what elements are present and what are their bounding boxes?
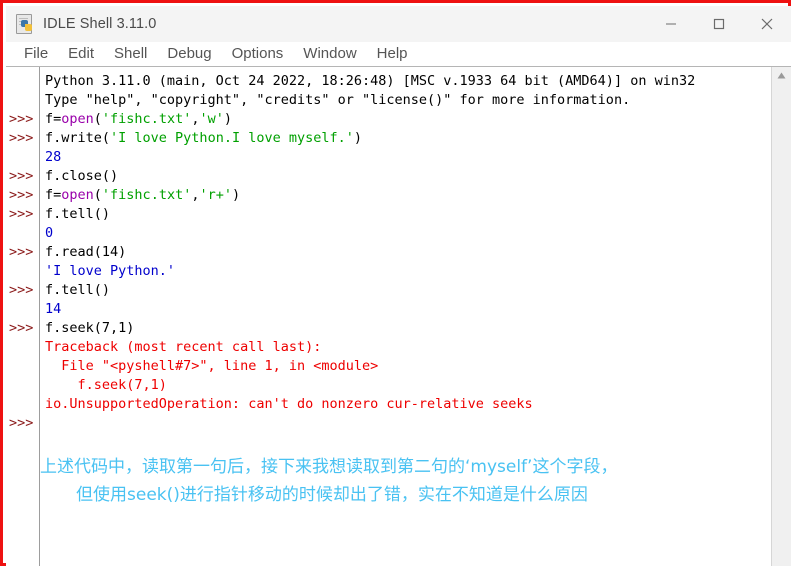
shell-token-plain: ) xyxy=(231,187,241,203)
shell-token-output: 'I love Python.' xyxy=(45,263,176,279)
shell-line: File "<pyshell#7>", line 1, in <module> xyxy=(45,357,378,376)
shell-line: f.write('I love Python.I love myself.') xyxy=(45,129,362,148)
shell-token-plain: f.read(14) xyxy=(45,244,127,260)
annotation-line-2: 但使用seek()进行指针移动的时候却出了错，实在不知道是什么原因 xyxy=(76,485,588,505)
shell-line: io.UnsupportedOperation: can't do nonzer… xyxy=(45,395,533,414)
shell-token-string: 'I love Python.I love myself.' xyxy=(110,130,354,146)
shell-token-error: File "<pyshell#7>", line 1, in <module> xyxy=(45,358,379,374)
shell-line: f.tell() xyxy=(45,281,110,300)
menu-item-window[interactable]: Window xyxy=(293,42,366,66)
shell-line: Type "help", "copyright", "credits" or "… xyxy=(45,91,630,110)
shell-output-canvas[interactable]: Python 3.11.0 (main, Oct 24 2022, 18:26:… xyxy=(40,67,771,566)
python-document-icon xyxy=(15,14,35,34)
prompt-gutter: >>> >>> >>> >>> >>> >>> >>> >>> >>> xyxy=(6,67,40,566)
shell-token-keyword: open xyxy=(61,111,94,127)
shell-line: Python 3.11.0 (main, Oct 24 2022, 18:26:… xyxy=(45,72,695,91)
menu-item-help[interactable]: Help xyxy=(367,42,418,66)
shell-token-error: Traceback (most recent call last): xyxy=(45,339,322,355)
shell-token-string: 'r+' xyxy=(199,187,232,203)
shell-token-string: 'fishc.txt' xyxy=(101,187,192,203)
minimize-button[interactable] xyxy=(647,6,695,42)
menu-item-debug[interactable]: Debug xyxy=(157,42,221,66)
shell-line: 28 xyxy=(45,148,61,167)
close-button[interactable] xyxy=(743,6,791,42)
shell-token-plain: f= xyxy=(45,111,62,127)
vertical-scrollbar[interactable] xyxy=(771,67,791,566)
shell-line: f.close() xyxy=(45,167,118,186)
shell-line: f.tell() xyxy=(45,205,110,224)
shell-token-output: 28 xyxy=(45,149,62,165)
menu-item-edit[interactable]: Edit xyxy=(58,42,104,66)
minimize-icon xyxy=(666,23,676,25)
title-bar: IDLE Shell 3.11.0 xyxy=(6,6,791,42)
shell-token-error: f.seek(7,1) xyxy=(45,377,167,393)
scroll-up-arrow-icon[interactable] xyxy=(772,67,791,84)
shell-prompt: >>> xyxy=(9,244,34,260)
window-title: IDLE Shell 3.11.0 xyxy=(43,16,157,32)
menu-bar: File Edit Shell Debug Options Window Help xyxy=(6,42,791,66)
annotation-line-1: 上述代码中，读取第一句后，接下来我想读取到第二句的‘myself’这个字段， xyxy=(40,457,618,477)
menu-item-file[interactable]: File xyxy=(14,42,58,66)
shell-token-string: 'fishc.txt' xyxy=(101,111,192,127)
maximize-button[interactable] xyxy=(695,6,743,42)
shell-prompt: >>> xyxy=(9,282,34,298)
shell-token-output: 0 xyxy=(45,225,54,241)
maximize-icon xyxy=(713,18,725,30)
shell-token-keyword: open xyxy=(61,187,94,203)
shell-line: Traceback (most recent call last): xyxy=(45,338,321,357)
shell-line: f.seek(7,1) xyxy=(45,319,134,338)
close-icon xyxy=(761,18,773,30)
shell-token-plain: ( xyxy=(93,187,102,203)
menu-item-options[interactable]: Options xyxy=(222,42,294,66)
shell-token-output: 14 xyxy=(45,301,62,317)
shell-token-plain: f.seek(7,1) xyxy=(45,320,135,336)
shell-token-plain: ) xyxy=(223,111,232,127)
shell-line: f=open('fishc.txt','r+') xyxy=(45,186,240,205)
shell-token-plain: Python 3.11.0 (main, Oct 24 2022, 18:26:… xyxy=(45,73,696,89)
shell-token-plain: ( xyxy=(93,111,102,127)
shell-line: f=open('fishc.txt','w') xyxy=(45,110,232,129)
shell-prompt: >>> xyxy=(9,187,34,203)
shell-prompt: >>> xyxy=(9,168,34,184)
idle-shell-window: IDLE Shell 3.11.0 File Edit Shell Debug Opti xyxy=(0,0,791,566)
shell-token-plain: Type "help", "copyright", "credits" or "… xyxy=(45,92,631,108)
shell-token-plain: f.write( xyxy=(45,130,111,146)
shell-token-plain: f.tell() xyxy=(45,282,111,298)
shell-text-area[interactable]: >>> >>> >>> >>> >>> >>> >>> >>> >>> Python 3.11.… xyxy=(6,66,791,566)
shell-line: f.read(14) xyxy=(45,243,126,262)
window-controls xyxy=(647,6,791,42)
shell-token-plain: f= xyxy=(45,187,62,203)
shell-line: f.seek(7,1) xyxy=(45,376,167,395)
shell-line: 'I love Python.' xyxy=(45,262,175,281)
shell-prompt: >>> xyxy=(9,320,34,336)
shell-token-string: 'w' xyxy=(199,111,224,127)
shell-line: 14 xyxy=(45,300,61,319)
shell-token-plain: ) xyxy=(353,130,363,146)
shell-line: 0 xyxy=(45,224,53,243)
shell-token-plain: f.tell() xyxy=(45,206,111,222)
shell-token-error: io.UnsupportedOperation: can't do nonzer… xyxy=(45,396,533,412)
shell-prompt: >>> xyxy=(9,415,34,431)
shell-prompt: >>> xyxy=(9,130,34,146)
menu-item-shell[interactable]: Shell xyxy=(104,42,157,66)
shell-prompt: >>> xyxy=(9,111,34,127)
shell-prompt: >>> xyxy=(9,206,34,222)
shell-token-plain: f.close() xyxy=(45,168,119,184)
